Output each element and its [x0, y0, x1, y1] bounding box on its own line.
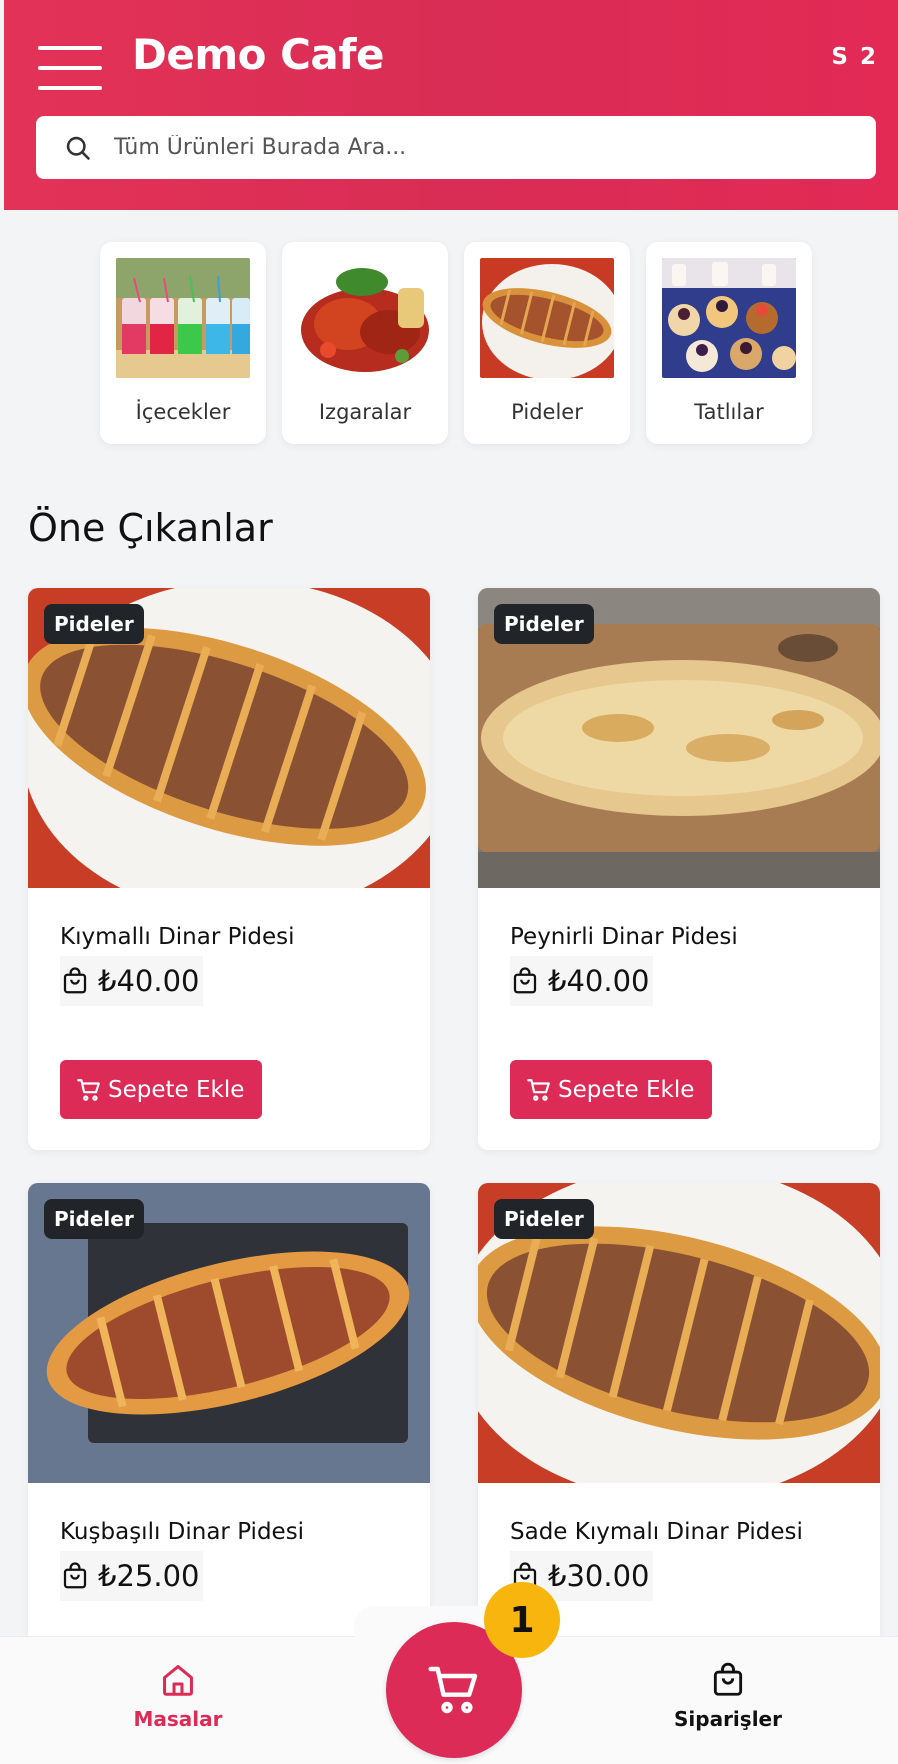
price-row: ₺40.00 [510, 956, 654, 1006]
product-card: Pideler Kıymallı Dinar Pidesi ₺40.00 Sep… [28, 588, 430, 1150]
product-name: Kuşbaşılı Dinar Pidesi [60, 1519, 305, 1545]
product-card: Pideler Sade Kıymalı Dinar Pidesi ₺30.00 [478, 1183, 880, 1653]
category-label: İçecekler [135, 400, 231, 424]
home-icon [163, 1665, 193, 1696]
price-row: ₺40.00 [60, 956, 204, 1006]
pide-photo-icon [480, 258, 614, 378]
category-card-desserts[interactable]: Tatlılar [646, 242, 812, 444]
nav-tables-label: Masalar [133, 1707, 223, 1731]
product-card: Pideler Kuşbaşılı Dinar Pidesi ₺25.00 [28, 1183, 430, 1653]
add-to-cart-label: Sepete Ekle [558, 1076, 695, 1103]
nav-orders[interactable]: Siparişler [628, 1661, 828, 1731]
nav-tables[interactable]: Masalar [78, 1661, 278, 1731]
product-price: ₺25.00 [98, 1559, 200, 1593]
product-photo[interactable]: Pideler [478, 1183, 880, 1501]
cart-icon [527, 1078, 550, 1101]
hamburger-menu-icon[interactable] [38, 42, 102, 92]
category-card-drinks[interactable]: İçecekler [100, 242, 266, 444]
search-input[interactable] [114, 135, 854, 160]
category-card-pide[interactable]: Pideler [464, 242, 630, 444]
search-bar[interactable] [36, 116, 876, 179]
category-card-grill[interactable]: Izgaralar [282, 242, 448, 444]
app-header: Demo Cafe S 2 [4, 0, 898, 210]
product-price: ₺30.00 [548, 1559, 650, 1593]
shopping-bag-icon [713, 1662, 743, 1696]
category-label: Pideler [511, 400, 583, 424]
price-row: ₺25.00 [60, 1551, 204, 1601]
shopping-bag-icon [63, 967, 87, 994]
product-price: ₺40.00 [548, 964, 650, 998]
product-name: Peynirli Dinar Pidesi [510, 924, 738, 950]
featured-section-title: Öne Çıkanlar [28, 506, 273, 550]
cart-icon [428, 1666, 478, 1714]
shopping-bag-icon [513, 967, 537, 994]
category-badge: Pideler [44, 1199, 144, 1239]
add-to-cart-label: Sepete Ekle [108, 1076, 245, 1103]
category-badge: Pideler [44, 604, 144, 644]
product-price: ₺40.00 [98, 964, 200, 998]
product-name: Kıymallı Dinar Pidesi [60, 924, 295, 950]
product-photo[interactable]: Pideler [28, 1183, 430, 1483]
nav-orders-label: Siparişler [674, 1707, 782, 1731]
category-badge: Pideler [494, 1199, 594, 1239]
product-photo[interactable]: Pideler [478, 588, 880, 888]
add-to-cart-button[interactable]: Sepete Ekle [510, 1060, 713, 1119]
grill-photo-icon [298, 258, 432, 378]
drinks-photo-icon [116, 258, 250, 378]
product-name: Sade Kıymalı Dinar Pidesi [510, 1519, 803, 1545]
category-list: İçecekler Izgaralar Pideler Tatlılar [100, 242, 812, 444]
cart-icon [77, 1078, 100, 1101]
product-card: Pideler Peynirli Dinar Pidesi ₺40.00 Sep… [478, 588, 880, 1150]
cart-count-badge: 1 [484, 1582, 560, 1658]
category-label: Izgaralar [318, 400, 412, 424]
desserts-photo-icon [662, 258, 796, 378]
category-label: Tatlılar [694, 400, 764, 424]
app-title: Demo Cafe [132, 30, 385, 79]
table-code: S 2 [831, 44, 878, 70]
add-to-cart-button[interactable]: Sepete Ekle [60, 1060, 263, 1119]
product-photo[interactable]: Pideler [28, 588, 430, 916]
search-icon [66, 136, 90, 160]
category-badge: Pideler [494, 604, 594, 644]
shopping-bag-icon [63, 1562, 87, 1589]
